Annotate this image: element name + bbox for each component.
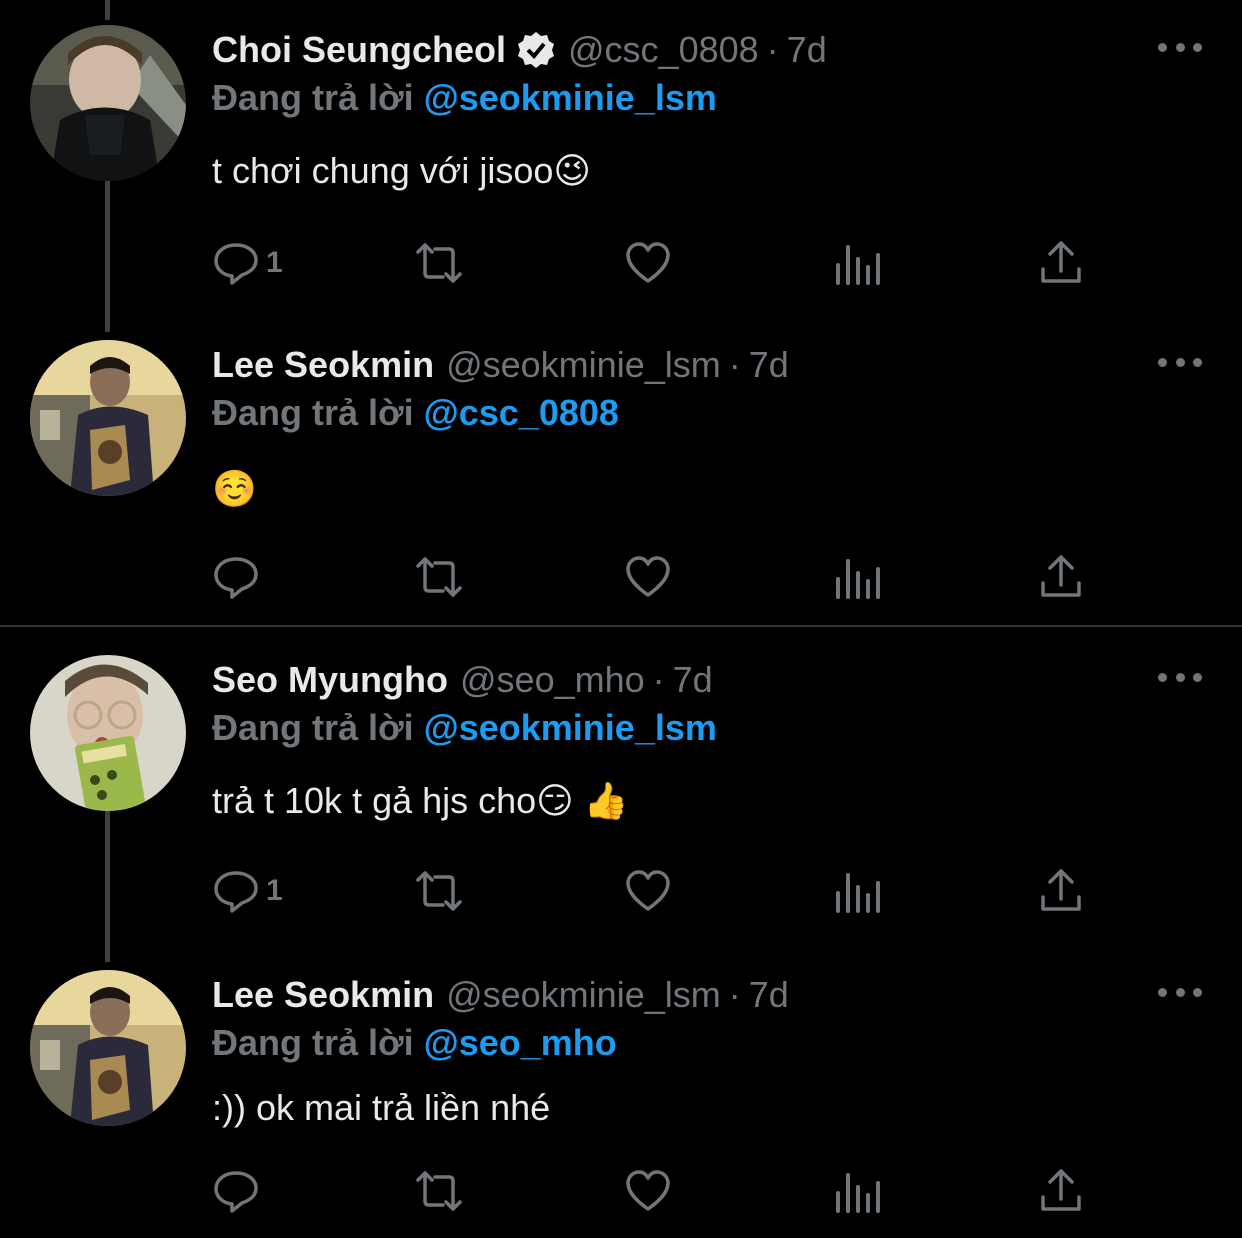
retweet-button[interactable] — [415, 235, 463, 291]
tweet[interactable]: Choi Seungcheol @csc_0808 · 7d Đang trả … — [0, 25, 1242, 315]
tweet[interactable]: Lee Seokmin @seokminie_lsm · 7d Đang trả… — [0, 970, 1242, 1230]
action-bar — [212, 549, 1112, 605]
like-button[interactable] — [624, 235, 672, 291]
thread-line — [105, 0, 110, 20]
avatar[interactable] — [30, 655, 186, 811]
retweet-button[interactable] — [415, 1163, 463, 1219]
reply-button[interactable] — [212, 549, 260, 605]
heart-icon — [626, 1170, 670, 1211]
reply-button[interactable] — [212, 1163, 260, 1219]
retweet-button[interactable] — [415, 549, 463, 605]
reply-context: Đang trả lời @csc_0808 — [212, 392, 619, 434]
views-icon — [836, 245, 880, 285]
tweet[interactable]: Lee Seokmin @seokminie_lsm · 7d Đang trả… — [0, 340, 1242, 610]
views-button[interactable] — [832, 863, 880, 919]
timestamp[interactable]: 7d — [749, 974, 789, 1016]
mention-link[interactable]: @seokminie_lsm — [424, 707, 717, 748]
more-icon[interactable] — [1158, 37, 1202, 57]
reply-button[interactable]: 1 — [212, 235, 283, 291]
timestamp[interactable]: 7d — [749, 344, 789, 386]
heart-icon — [626, 242, 670, 283]
more-icon[interactable] — [1158, 667, 1202, 687]
retweet-button[interactable] — [415, 863, 463, 919]
display-name[interactable]: Choi Seungcheol — [212, 29, 506, 71]
divider — [0, 625, 1242, 627]
avatar[interactable] — [30, 340, 186, 496]
like-button[interactable] — [624, 549, 672, 605]
views-icon — [836, 873, 880, 913]
separator: · — [766, 29, 779, 70]
heart-icon — [626, 870, 670, 911]
reply-icon — [214, 557, 258, 599]
user-handle[interactable]: @seokminie_lsm — [446, 344, 721, 386]
action-bar — [212, 1163, 1112, 1219]
like-button[interactable] — [624, 863, 672, 919]
views-icon — [836, 1173, 880, 1213]
reply-count: 1 — [266, 246, 283, 279]
display-name[interactable]: Lee Seokmin — [212, 344, 434, 386]
user-handle[interactable]: @seo_mho — [460, 659, 645, 701]
retweet-icon — [416, 557, 462, 597]
views-button[interactable] — [832, 549, 880, 605]
reply-context: Đang trả lời @seokminie_lsm — [212, 77, 717, 119]
share-button[interactable] — [1037, 1163, 1085, 1219]
avatar[interactable] — [30, 25, 186, 181]
more-icon[interactable] — [1158, 352, 1202, 372]
action-bar: 1 — [212, 863, 1112, 919]
mention-link[interactable]: @seo_mho — [424, 1022, 617, 1063]
reply-prefix: Đang trả lời — [212, 707, 414, 748]
views-button[interactable] — [832, 235, 880, 291]
separator: · — [728, 974, 741, 1015]
share-icon — [1041, 241, 1081, 283]
tweet-text: :)) ok mai trả liền nhé — [212, 1087, 551, 1128]
user-handle[interactable]: @seokminie_lsm — [446, 974, 721, 1016]
heart-icon — [626, 556, 670, 597]
retweet-icon — [416, 871, 462, 911]
more-icon[interactable] — [1158, 982, 1202, 1002]
avatar[interactable] — [30, 970, 186, 1126]
tweet-text: ☺️ — [212, 468, 257, 509]
reply-icon — [214, 1171, 258, 1213]
timestamp[interactable]: 7d — [673, 659, 713, 701]
reply-context: Đang trả lời @seokminie_lsm — [212, 707, 717, 749]
mention-link[interactable]: @csc_0808 — [424, 392, 619, 433]
reply-prefix: Đang trả lời — [212, 77, 414, 118]
share-button[interactable] — [1037, 235, 1085, 291]
separator: · — [652, 659, 665, 700]
tweet-text: t chơi chung với jisoo😉 — [212, 150, 591, 191]
reply-context: Đang trả lời @seo_mho — [212, 1022, 617, 1064]
user-handle[interactable]: @csc_0808 — [568, 29, 759, 71]
display-name[interactable]: Lee Seokmin — [212, 974, 434, 1016]
views-button[interactable] — [832, 1163, 880, 1219]
share-icon — [1041, 1169, 1081, 1211]
like-button[interactable] — [624, 1163, 672, 1219]
share-icon — [1041, 555, 1081, 597]
reply-count: 1 — [266, 874, 283, 907]
verified-badge-icon — [516, 30, 556, 70]
retweet-icon — [416, 1171, 462, 1211]
action-bar: 1 — [212, 235, 1112, 291]
tweet[interactable]: Seo Myungho @seo_mho · 7d Đang trả lời @… — [0, 655, 1242, 945]
reply-icon — [214, 871, 258, 913]
reply-prefix: Đang trả lời — [212, 392, 414, 433]
reply-prefix: Đang trả lời — [212, 1022, 414, 1063]
views-icon — [836, 559, 880, 599]
separator: · — [728, 344, 741, 385]
tweet-text: trả t 10k t gả hjs cho😏 👍 — [212, 780, 629, 821]
retweet-icon — [416, 243, 462, 283]
share-button[interactable] — [1037, 863, 1085, 919]
timestamp[interactable]: 7d — [787, 29, 827, 71]
reply-icon — [214, 243, 258, 285]
reply-button[interactable]: 1 — [212, 863, 283, 919]
mention-link[interactable]: @seokminie_lsm — [424, 77, 717, 118]
display-name[interactable]: Seo Myungho — [212, 659, 448, 701]
share-button[interactable] — [1037, 549, 1085, 605]
share-icon — [1041, 869, 1081, 911]
